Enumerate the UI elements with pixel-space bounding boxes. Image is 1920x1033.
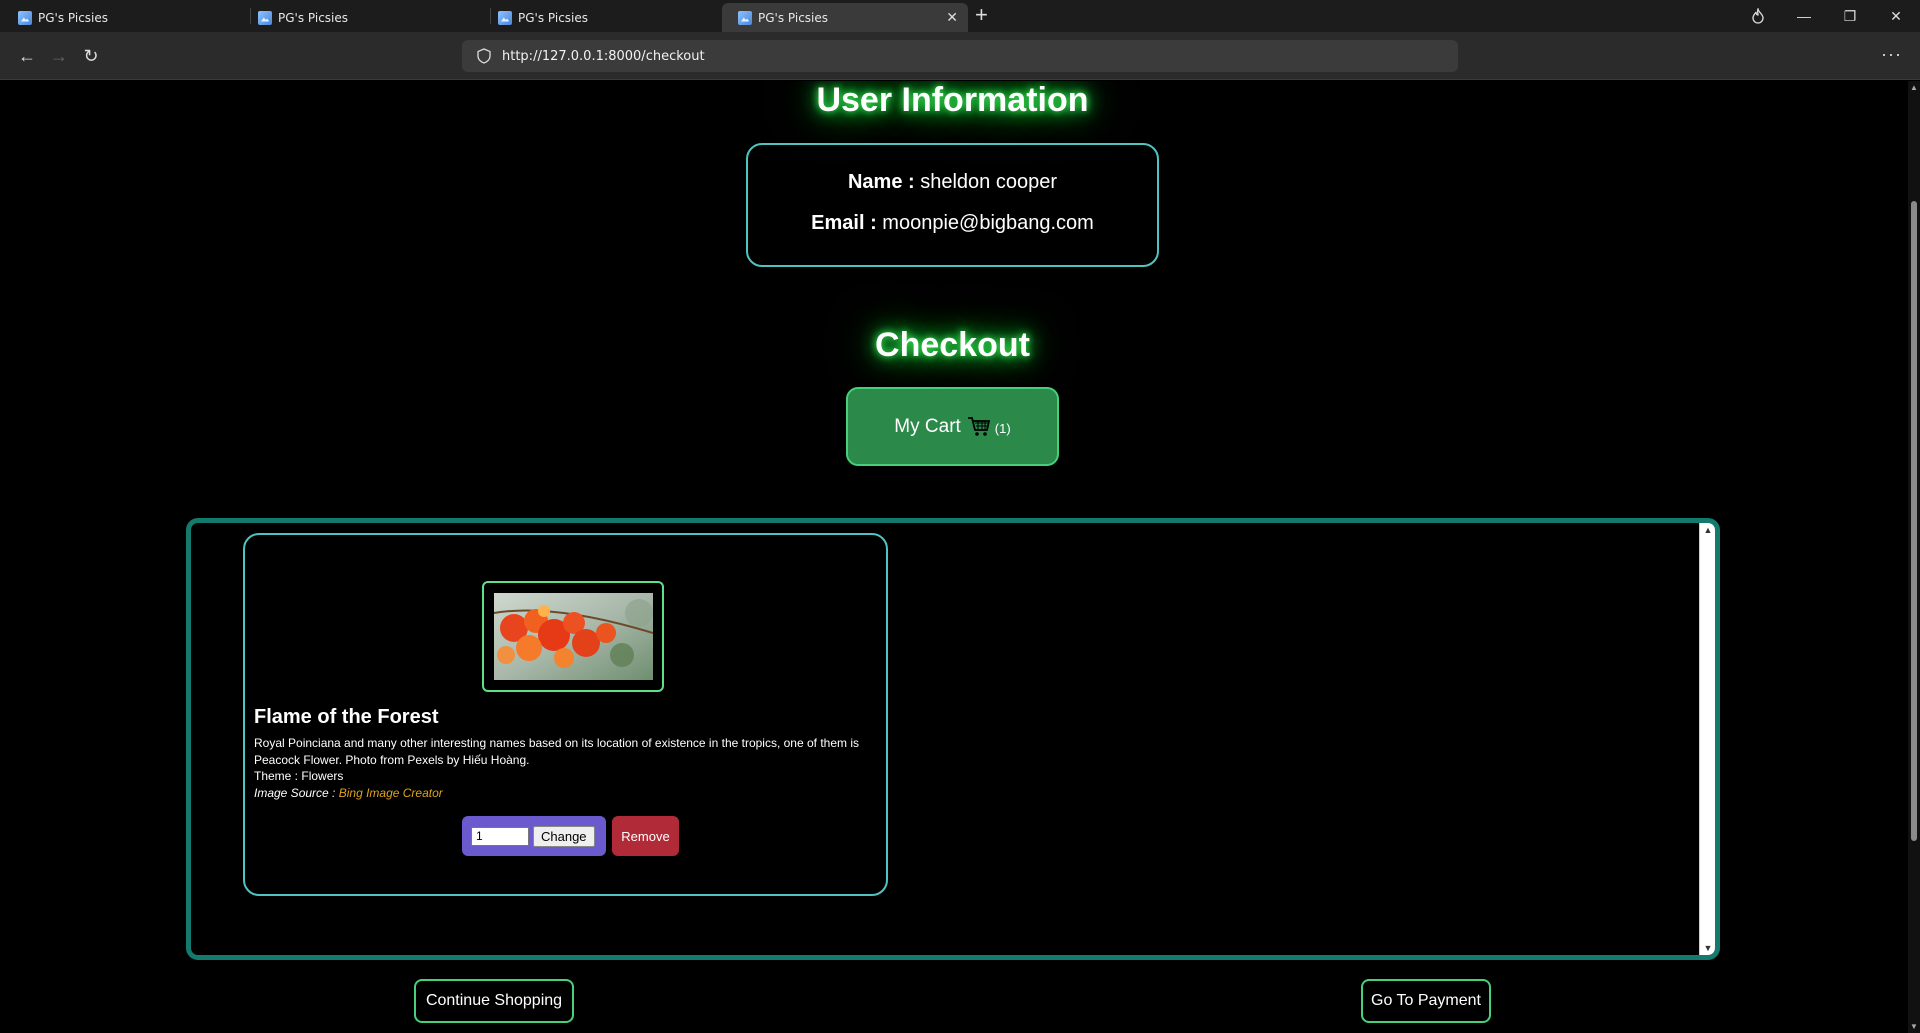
tab-title: PG's Picsies [278, 10, 349, 25]
email-label: Email : [811, 212, 877, 234]
browser-tab[interactable]: PG's Picsies [242, 3, 482, 32]
quantity-form: 1 Change [462, 816, 606, 856]
continue-shopping-button[interactable]: Continue Shopping [414, 979, 574, 1023]
cart-item-card: Flame of the Forest Royal Poinciana and … [243, 533, 888, 896]
theme-value: Flowers [301, 769, 344, 783]
more-menu-icon[interactable]: ··· [1881, 44, 1902, 65]
site-favicon-icon [498, 10, 512, 25]
restore-icon[interactable]: ❐ [1827, 0, 1873, 32]
item-description: Royal Poinciana and many other interesti… [254, 736, 860, 767]
frame-scrollbar[interactable]: ▲ ▼ [1699, 523, 1715, 955]
checkout-heading: Checkout [875, 326, 1030, 364]
item-theme: Theme : Flowers [254, 769, 343, 783]
tab-title: PG's Picsies [518, 10, 589, 25]
name-row: Name : sheldon cooper [748, 171, 1157, 194]
email-row: Email : moonpie@bigbang.com [748, 212, 1157, 235]
item-thumbnail-frame [482, 581, 664, 692]
my-cart-button[interactable]: My Cart (1) [846, 387, 1059, 466]
site-favicon-icon [738, 10, 752, 25]
email-value: moonpie@bigbang.com [882, 212, 1094, 234]
page-scrollbar[interactable]: ▲ ▼ [1908, 81, 1920, 1033]
theme-label: Theme : [254, 769, 299, 783]
flame-icon[interactable] [1735, 0, 1781, 32]
source-label: Image Source : [254, 786, 336, 800]
quantity-input[interactable]: 1 [471, 826, 529, 846]
scroll-down-icon[interactable]: ▼ [1700, 943, 1715, 953]
shield-icon [477, 48, 491, 64]
user-info-card: Name : sheldon cooper Email : moonpie@bi… [746, 143, 1159, 267]
address-bar[interactable]: http://127.0.0.1:8000/checkout [462, 40, 1458, 72]
reload-icon[interactable]: ↻ [77, 42, 105, 70]
source-link[interactable]: Bing Image Creator [339, 786, 443, 800]
cart-items-frame[interactable]: Flame of the Forest Royal Poinciana and … [186, 518, 1720, 960]
site-favicon-icon [18, 10, 32, 25]
url-text: http://127.0.0.1:8000/checkout [502, 48, 705, 64]
item-image-source: Image Source : Bing Image Creator [254, 786, 443, 800]
go-to-payment-button[interactable]: Go To Payment [1361, 979, 1491, 1023]
close-tab-icon[interactable]: ✕ [946, 10, 958, 26]
minimize-icon[interactable]: — [1781, 0, 1827, 32]
tab-title: PG's Picsies [38, 10, 109, 25]
browser-tab[interactable]: PG's Picsies [482, 3, 722, 32]
user-information-heading: User Information [816, 81, 1089, 119]
site-favicon-icon [258, 10, 272, 25]
name-value: sheldon cooper [920, 171, 1058, 193]
back-arrow-icon[interactable]: ← [13, 42, 41, 70]
change-quantity-button[interactable]: Change [533, 825, 595, 847]
scrollbar-thumb[interactable] [1911, 201, 1917, 841]
tab-title: PG's Picsies [758, 10, 829, 25]
forward-arrow-icon[interactable]: → [45, 42, 73, 70]
remove-item-button[interactable]: Remove [612, 816, 679, 856]
cart-count-badge: (1) [994, 420, 1011, 436]
browser-nav-bar: ← → ↻ http://127.0.0.1:8000/checkout ··· [0, 32, 1920, 80]
shopping-cart-icon [967, 416, 990, 436]
new-tab-icon[interactable]: + [975, 2, 988, 28]
scroll-down-icon[interactable]: ▼ [1908, 1022, 1920, 1031]
cart-label: My Cart [894, 415, 961, 437]
browser-tab-active[interactable]: PG's Picsies ✕ [722, 3, 968, 32]
browser-tab[interactable]: PG's Picsies [2, 3, 242, 32]
checkout-page: User Information Name : sheldon cooper E… [0, 81, 1908, 1033]
browser-tab-bar: PG's Picsies PG's Picsies PG's Picsies P… [0, 0, 1920, 32]
scroll-up-icon[interactable]: ▲ [1700, 525, 1715, 535]
item-title: Flame of the Forest [254, 706, 439, 728]
flower-photo [493, 593, 653, 680]
scroll-up-icon[interactable]: ▲ [1908, 83, 1920, 92]
name-label: Name : [847, 171, 915, 193]
window-close-icon[interactable]: ✕ [1873, 0, 1919, 32]
